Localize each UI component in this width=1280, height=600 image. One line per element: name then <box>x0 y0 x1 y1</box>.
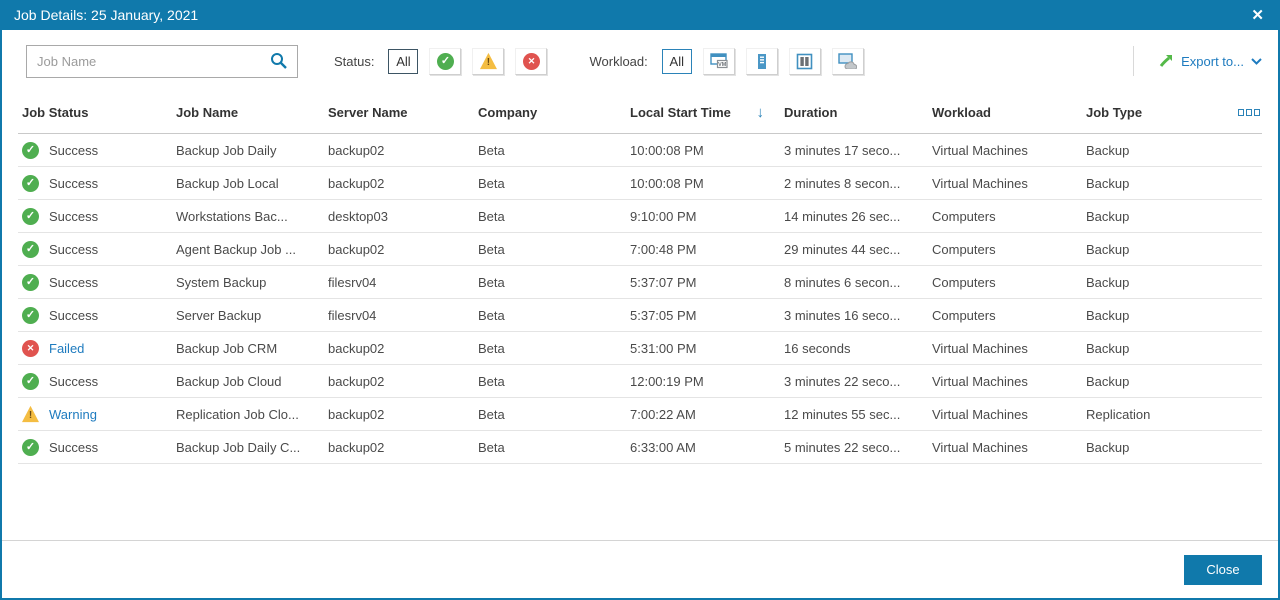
success-icon <box>22 372 39 390</box>
column-header-job-type[interactable]: Job Type <box>1082 105 1226 120</box>
job-status-text: Success <box>49 439 99 455</box>
success-icon <box>22 207 39 225</box>
svg-text:VM: VM <box>718 62 727 68</box>
status-filter-label: Status: <box>334 53 375 69</box>
workload-filter-all-button[interactable]: All <box>661 48 692 74</box>
job-details-dialog: Job Details: 25 January, 2021 ✕ Status: … <box>0 0 1280 600</box>
success-icon <box>22 438 39 456</box>
workload-filter-cloud-button[interactable] <box>831 47 864 75</box>
status-filter-warning-button[interactable] <box>472 47 505 75</box>
job-status-text: Success <box>49 274 99 290</box>
success-icon <box>22 174 39 192</box>
column-header-workload[interactable]: Workload <box>928 105 1082 120</box>
job-status-text: Success <box>49 175 99 191</box>
warning-icon <box>479 52 497 70</box>
failed-icon <box>522 52 540 70</box>
table-row[interactable]: Success Backup Job Cloud backup02 Beta 1… <box>18 365 1262 398</box>
table-row[interactable]: Failed Backup Job CRM backup02 Beta 5:31… <box>18 332 1262 365</box>
warning-icon <box>22 405 39 423</box>
dialog-footer: Close <box>2 540 1278 598</box>
vm-icon: VM <box>710 53 728 69</box>
column-header-local-start-time[interactable]: Local Start Time ↓ <box>626 104 780 121</box>
job-status-text: Success <box>49 208 99 224</box>
column-header-company[interactable]: Company <box>474 105 626 120</box>
cloud-icon <box>838 53 858 69</box>
table-row[interactable]: Success Backup Job Daily backup02 Beta 1… <box>18 134 1262 167</box>
workload-filter-vm-button[interactable]: VM <box>702 47 735 75</box>
column-header-job-status[interactable]: Job Status <box>18 105 172 120</box>
column-header-server-name[interactable]: Server Name <box>324 105 474 120</box>
workload-filter-label: Workload: <box>589 53 648 69</box>
job-status-link[interactable]: Failed <box>49 341 84 356</box>
table-row[interactable]: Success Agent Backup Job ... backup02 Be… <box>18 233 1262 266</box>
job-status-text: Success <box>49 241 99 257</box>
server-icon <box>757 53 766 69</box>
toolbar-divider <box>1133 46 1135 76</box>
export-arrow-icon <box>1159 55 1173 67</box>
search-input[interactable] <box>27 53 261 69</box>
success-icon <box>436 52 454 70</box>
table-row[interactable]: Success Workstations Bac... desktop03 Be… <box>18 200 1262 233</box>
success-icon <box>22 240 39 258</box>
job-status-text: Success <box>49 307 99 323</box>
failed-icon <box>22 339 39 357</box>
status-filter-success-button[interactable] <box>429 47 462 75</box>
dialog-title: Job Details: 25 January, 2021 <box>14 7 199 23</box>
jobs-table: Job Status Job Name Server Name Company … <box>18 92 1262 464</box>
search-button[interactable] <box>261 46 297 77</box>
table-row[interactable]: Success Backup Job Local backup02 Beta 1… <box>18 167 1262 200</box>
table-row[interactable]: Success Server Backup filesrv04 Beta 5:3… <box>18 299 1262 332</box>
column-chooser-icon[interactable] <box>1226 109 1262 116</box>
table-header-row: Job Status Job Name Server Name Company … <box>18 92 1262 134</box>
computers-icon <box>796 53 813 69</box>
status-filter-all-button[interactable]: All <box>388 48 419 74</box>
export-group: Export to... <box>1133 46 1262 76</box>
filter-toolbar: Status: All Workload: All VM <box>2 30 1278 92</box>
table-row[interactable]: Warning Replication Job Clo... backup02 … <box>18 398 1262 431</box>
workload-filter-computers-button[interactable] <box>788 47 821 75</box>
close-button[interactable]: Close <box>1184 554 1262 585</box>
sort-desc-icon: ↓ <box>756 104 765 121</box>
job-name-search <box>26 44 298 78</box>
search-icon <box>271 53 287 69</box>
success-icon <box>22 141 39 159</box>
success-icon <box>22 306 39 324</box>
workload-filter-server-button[interactable] <box>745 47 778 75</box>
table-row[interactable]: Success System Backup filesrv04 Beta 5:3… <box>18 266 1262 299</box>
success-icon <box>22 273 39 291</box>
status-filter-failed-button[interactable] <box>515 47 548 75</box>
column-header-job-name[interactable]: Job Name <box>172 105 324 120</box>
export-to-button[interactable]: Export to... <box>1181 54 1244 69</box>
close-icon[interactable]: ✕ <box>1251 8 1264 23</box>
column-header-duration[interactable]: Duration <box>780 105 928 120</box>
chevron-down-icon[interactable] <box>1251 57 1262 65</box>
table-row[interactable]: Success Backup Job Daily C... backup02 B… <box>18 431 1262 464</box>
job-status-text: Success <box>49 373 99 389</box>
job-status-link[interactable]: Warning <box>49 407 97 422</box>
job-status-text: Success <box>49 142 99 158</box>
dialog-titlebar: Job Details: 25 January, 2021 ✕ <box>2 0 1278 30</box>
